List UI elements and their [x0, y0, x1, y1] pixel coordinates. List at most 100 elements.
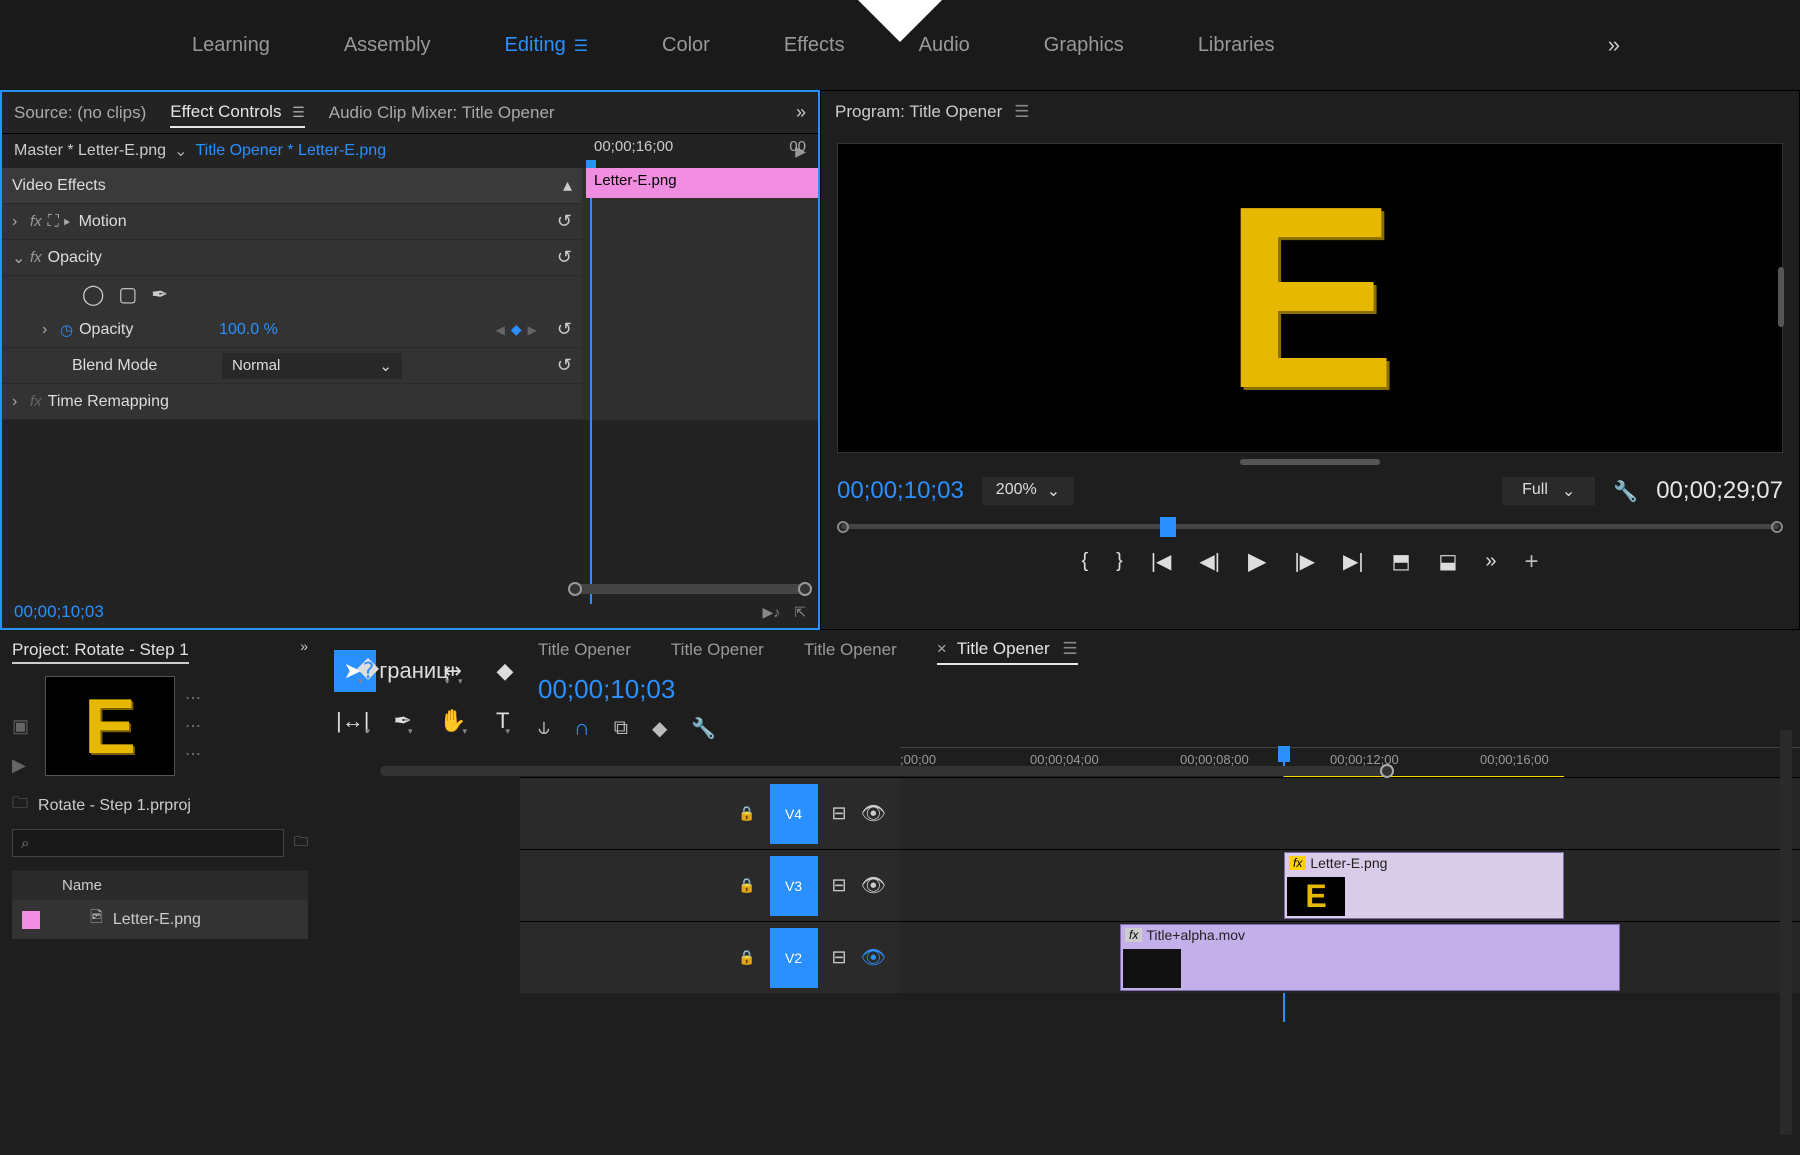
add-keyframe-icon[interactable]: ◆	[511, 321, 522, 338]
scroll-handle[interactable]	[1778, 267, 1784, 327]
track-target[interactable]: V2	[770, 928, 818, 988]
workspace-effects[interactable]: Effects	[772, 26, 857, 65]
workspace-color[interactable]: Color	[650, 26, 722, 65]
mark-in-icon[interactable]: {	[1081, 550, 1088, 573]
workspace-assembly[interactable]: Assembly	[332, 26, 443, 65]
lock-icon[interactable]: 🔒	[738, 805, 755, 822]
workspace-overflow-icon[interactable]: »	[1608, 32, 1620, 58]
timeline-zoom-scroll[interactable]	[380, 766, 1390, 776]
workspace-menu-icon[interactable]: ☰	[574, 38, 588, 55]
bin-icon[interactable]: 🗀	[12, 792, 28, 819]
marker-icon[interactable]: ◆	[652, 716, 667, 741]
clip-duration-bar[interactable]: Letter-E.png	[586, 168, 818, 198]
close-icon[interactable]: ×	[937, 639, 947, 658]
track-target[interactable]: V4	[770, 784, 818, 844]
label-swatch[interactable]	[22, 911, 40, 929]
stopwatch-icon[interactable]: ◷	[60, 321, 73, 339]
track-target[interactable]: V3	[770, 856, 818, 916]
chevron-right-icon[interactable]: ›	[12, 393, 30, 411]
chevron-down-icon[interactable]: ⌄	[174, 141, 187, 161]
go-to-out-icon[interactable]: ▶|	[1343, 549, 1364, 574]
blend-mode-select[interactable]: Normal⌄	[222, 353, 402, 379]
chevron-down-icon[interactable]: ⌄	[12, 248, 30, 268]
linked-selection-icon[interactable]: ⧉	[614, 717, 628, 740]
timeline-tab[interactable]: Title Opener	[538, 636, 631, 664]
reset-icon[interactable]: ↺	[557, 355, 572, 376]
sequence-clip-label[interactable]: Title Opener * Letter-E.png	[195, 142, 386, 160]
eye-icon[interactable]: 👁	[861, 873, 886, 898]
resolution-select[interactable]: Full⌄	[1502, 477, 1595, 505]
collapse-icon[interactable]: ▴	[563, 175, 572, 196]
timeline-tab[interactable]: Title Opener	[804, 636, 897, 664]
timeline-tab-active[interactable]: ×Title Opener ☰	[937, 635, 1078, 665]
list-icon[interactable]: ⋯	[185, 716, 201, 736]
reset-icon[interactable]: ↺	[557, 247, 572, 268]
project-item[interactable]: 🖻 Letter-E.png	[12, 900, 308, 939]
nest-icon[interactable]: ⫝	[538, 717, 550, 740]
sync-lock-icon[interactable]: ⊟	[832, 875, 847, 896]
opacity-row[interactable]: ⌄ fx Opacity ↺	[2, 240, 582, 276]
tab-effect-controls[interactable]: Effect Controls ☰	[170, 98, 304, 128]
clip-letter-e[interactable]: fxLetter-E.png E	[1284, 852, 1564, 919]
list-icon[interactable]: ⋯	[185, 744, 201, 764]
hand-tool-icon[interactable]: ✋▾	[434, 700, 476, 742]
reset-icon[interactable]: ↺	[557, 319, 572, 340]
reset-icon[interactable]: ↺	[557, 211, 572, 232]
tabs-overflow-icon[interactable]: »	[796, 102, 806, 123]
motion-row[interactable]: › fx ⛶ ▸ Motion ↺	[2, 204, 582, 240]
workspace-learning[interactable]: Learning	[180, 26, 282, 65]
search-input[interactable]: ⌕	[12, 829, 284, 857]
panel-menu-icon[interactable]: ☰	[292, 104, 305, 120]
program-video[interactable]: E	[837, 143, 1783, 453]
slip-tool-icon[interactable]: |↔|▾	[334, 700, 376, 742]
overflow-icon[interactable]: »	[300, 638, 308, 654]
pen-tool-icon[interactable]: ✒▾	[384, 700, 426, 742]
master-clip-label[interactable]: Master * Letter-E.png	[14, 142, 166, 160]
play-only-icon[interactable]: ▶♪	[762, 604, 780, 621]
chevron-right-icon[interactable]: ›	[12, 213, 30, 231]
step-forward-icon[interactable]: |▶	[1294, 549, 1315, 574]
timeline-timecode[interactable]: 00;00;10;03	[538, 674, 675, 705]
column-header[interactable]: Name	[12, 871, 308, 900]
workspace-editing[interactable]: Editing☰	[493, 26, 601, 65]
timeline-vertical-scroll[interactable]	[1780, 730, 1792, 1135]
chevron-right-icon[interactable]: ›	[42, 321, 60, 339]
sync-lock-icon[interactable]: ⊟	[832, 947, 847, 968]
panel-menu-icon[interactable]: ☰	[1014, 102, 1029, 122]
pen-mask-icon[interactable]: ✒	[151, 282, 168, 307]
camera-icon[interactable]: ▣	[12, 716, 29, 737]
eye-off-icon[interactable]: 👁	[861, 945, 886, 970]
mark-out-icon[interactable]: }	[1116, 550, 1123, 573]
extract-icon[interactable]: ⬓	[1439, 549, 1458, 574]
snap-icon[interactable]: ∩	[574, 715, 590, 741]
eye-icon[interactable]: 👁	[861, 801, 886, 826]
playhead-handle[interactable]	[1160, 517, 1176, 537]
ellipse-mask-icon[interactable]: ◯	[82, 282, 104, 307]
scrub-bar[interactable]	[841, 519, 1779, 533]
step-back-icon[interactable]: ◀|	[1199, 549, 1220, 574]
video-effects-header[interactable]: Video Effects ▴	[2, 168, 582, 204]
project-tab[interactable]: Project: Rotate - Step 1	[12, 638, 189, 664]
settings-icon[interactable]: 🔧	[691, 716, 716, 741]
sync-lock-icon[interactable]: ⊟	[832, 803, 847, 824]
time-remapping-row[interactable]: › fx Time Remapping	[2, 384, 582, 420]
prev-keyframe-icon[interactable]: ◀	[496, 323, 505, 337]
ec-scrollbar[interactable]	[572, 584, 808, 594]
clip-title-alpha[interactable]: fxTitle+alpha.mov	[1120, 924, 1620, 991]
zoom-select[interactable]: 200%⌄	[982, 477, 1074, 505]
workspace-libraries[interactable]: Libraries	[1186, 26, 1287, 65]
opacity-value[interactable]: 100.0 %	[219, 321, 278, 339]
lock-icon[interactable]: 🔒	[738, 949, 755, 966]
panel-menu-icon[interactable]: ☰	[1062, 639, 1077, 658]
program-timecode[interactable]: 00;00;10;03	[837, 477, 964, 505]
lock-icon[interactable]: 🔒	[738, 877, 755, 894]
play-icon[interactable]: ▶	[12, 755, 29, 776]
effect-timecode[interactable]: 00;00;10;03	[14, 602, 104, 622]
overflow-icon[interactable]: »	[1485, 550, 1496, 573]
horizontal-scroll[interactable]	[1240, 459, 1380, 465]
lift-icon[interactable]: ⬒	[1392, 549, 1411, 574]
timeline-tab[interactable]: Title Opener	[671, 636, 764, 664]
list-icon[interactable]: ⋯	[185, 688, 201, 708]
track-select-tool-icon[interactable]: �границ▾	[384, 650, 426, 692]
timeline-playhead[interactable]	[1278, 746, 1290, 762]
